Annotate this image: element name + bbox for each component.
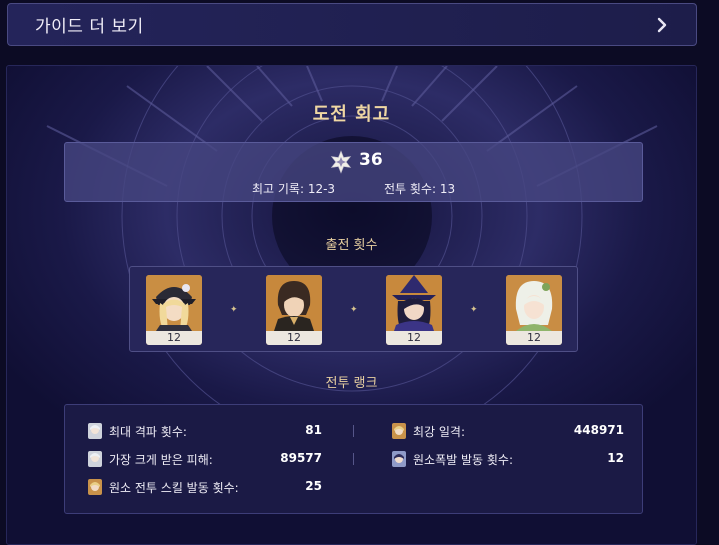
character-card-clorinde[interactable]: 12 <box>386 275 442 345</box>
blonde-character-icon <box>88 479 102 495</box>
battle-rank-title: 전투 랭크 <box>325 376 378 391</box>
character-count: 12 <box>386 331 442 345</box>
stat-label: 원소폭발 발동 횟수: <box>413 453 513 467</box>
character-count: 12 <box>506 331 562 345</box>
sparkle-separator-icon: ✦ <box>350 305 358 315</box>
stat-strongest-hit: 최강 일격: 448971 <box>391 421 624 441</box>
stat-value: 81 <box>305 423 322 437</box>
party-lineup: 12 ✦ 12 ✦ 12 ✦ 12 <box>129 266 578 352</box>
best-record: 최고 기록: 12-3 <box>252 182 336 196</box>
zhongli-portrait-icon <box>266 275 322 331</box>
guide-more-button[interactable]: 가이드 더 보기 <box>7 3 697 46</box>
character-count: 12 <box>266 331 322 345</box>
summary-box: 36 최고 기록: 12-3 전투 횟수: 13 <box>64 142 643 202</box>
challenge-title: 도전 회고 <box>312 104 391 125</box>
character-card-nahida[interactable]: 12 <box>506 275 562 345</box>
character-card-zhongli[interactable]: 12 <box>266 275 322 345</box>
silver-haired-character-icon <box>88 423 102 439</box>
silver-haired-character-icon <box>88 451 102 467</box>
navia-portrait-icon <box>146 275 202 331</box>
stat-burst-count: 원소폭발 발동 횟수: 12 <box>391 449 624 469</box>
stat-value: 89577 <box>280 451 322 465</box>
stat-label: 최강 일격: <box>413 425 466 439</box>
stat-value: 25 <box>305 479 322 493</box>
party-section-title: 출전 횟수 <box>325 238 378 253</box>
nahida-portrait-icon <box>506 275 562 331</box>
star-count: 36 <box>359 150 383 170</box>
stat-most-damage-taken: 가장 크게 받은 피해: 89577 <box>87 449 322 469</box>
stat-divider <box>353 425 354 437</box>
dark-haired-character-icon <box>392 451 406 467</box>
stat-max-defeats: 최대 격파 횟수: 81 <box>87 421 322 441</box>
guide-more-label: 가이드 더 보기 <box>35 17 144 37</box>
character-count: 12 <box>146 331 202 345</box>
stat-label: 가장 크게 받은 피해: <box>109 453 213 467</box>
stat-divider <box>353 453 354 465</box>
chevron-right-icon <box>657 17 667 33</box>
blonde-character-icon <box>392 423 406 439</box>
sparkle-separator-icon: ✦ <box>470 305 478 315</box>
stat-skill-count: 원소 전투 스킬 발동 횟수: 25 <box>87 477 322 497</box>
battle-count: 전투 횟수: 13 <box>384 182 456 196</box>
battle-rank-stats: 최대 격파 횟수: 81 최강 일격: 448971 가장 크게 받은 피해: … <box>64 404 643 514</box>
character-card-navia[interactable]: 12 <box>146 275 202 345</box>
stat-label: 최대 격파 횟수: <box>109 425 187 439</box>
stat-label: 원소 전투 스킬 발동 횟수: <box>109 481 239 495</box>
abyss-star-icon <box>330 150 352 174</box>
challenge-review-panel: 도전 회고 36 최고 기록: 12-3 전투 횟수: 13 출전 횟수 12 <box>6 65 697 545</box>
sparkle-separator-icon: ✦ <box>230 305 238 315</box>
stat-value: 12 <box>607 451 624 465</box>
stat-value: 448971 <box>573 423 624 437</box>
clorinde-portrait-icon <box>386 275 442 331</box>
